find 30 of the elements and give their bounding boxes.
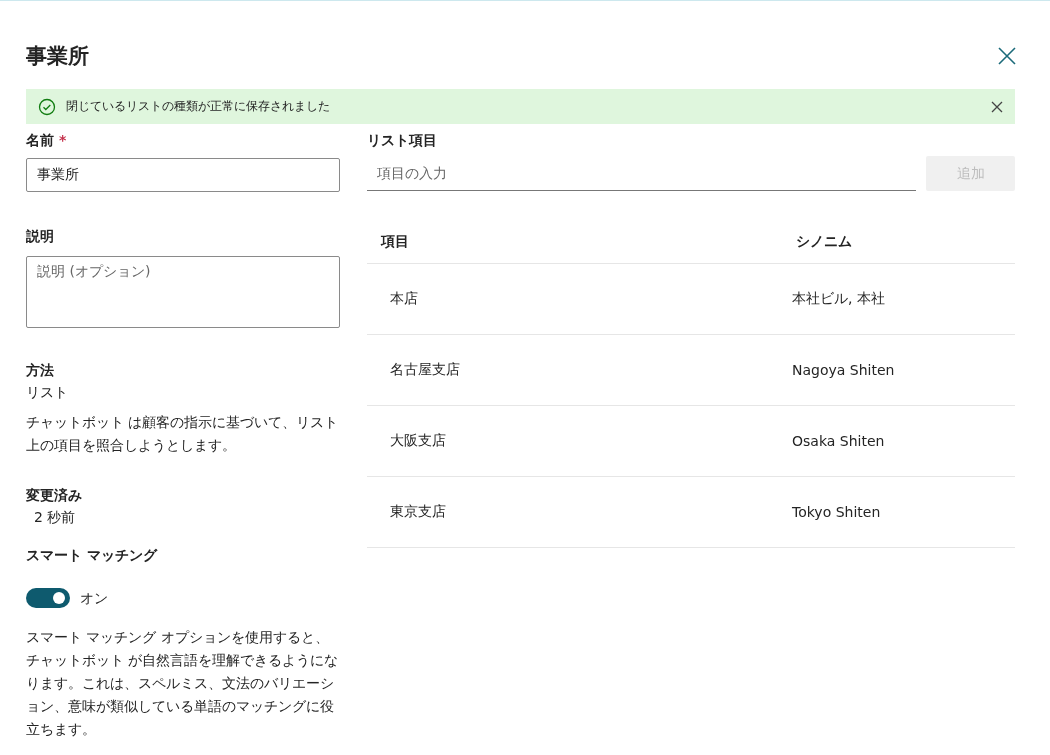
table-cell-text: 本社ビル, 本社: [792, 290, 886, 308]
field-label: リスト項目: [367, 132, 438, 150]
close-icon[interactable]: [997, 46, 1017, 66]
column-header: 項目: [379, 233, 410, 251]
smart-matching-description: スマート マッチング オプションを使用すると、チャットボット が自然言語を理解できるようになります。これは、スペルミス、文法のバリエーション、意味が類似している単語のマッチングに役立ちます。: [26, 628, 340, 739]
panel-title: 事業所: [26, 43, 89, 70]
toggle-label: オン: [80, 589, 108, 608]
section-label: 方法: [26, 362, 55, 380]
close-icon[interactable]: [991, 100, 1003, 113]
section-label: 変更済み: [26, 487, 83, 505]
table-cell-text: 本店: [389, 290, 419, 308]
table-cell-text: 大阪支店: [389, 432, 447, 450]
check-circle-icon: [38, 97, 56, 116]
description-field[interactable]: 説明 (オプション): [26, 256, 340, 328]
toggle-switch[interactable]: [26, 588, 70, 608]
method-description: チャットボット は顧客の指示に基づいて、リスト上の項目を照合しようとします。: [26, 413, 340, 455]
field-label: 名前: [26, 132, 54, 148]
table-cell-text: 名古屋支店: [389, 361, 461, 379]
name-field[interactable]: 事業所: [26, 158, 340, 192]
section-label: スマート マッチング: [26, 547, 159, 565]
method-value: リスト: [26, 383, 69, 402]
table-cell-text: 東京支店: [389, 503, 447, 521]
field-label: 説明: [26, 228, 55, 246]
modified-time: 2 秒前: [33, 508, 77, 527]
table-cell-text: Nagoya Shiten: [792, 362, 896, 378]
table-cell-text: Tokyo Shiten: [792, 504, 882, 520]
table-cell-text: Osaka Shiten: [792, 433, 886, 449]
column-header: シノニム: [796, 233, 853, 251]
banner-message: 閉じているリストの種類が正常に保存されました: [66, 98, 331, 115]
required-mark: *: [58, 132, 67, 148]
